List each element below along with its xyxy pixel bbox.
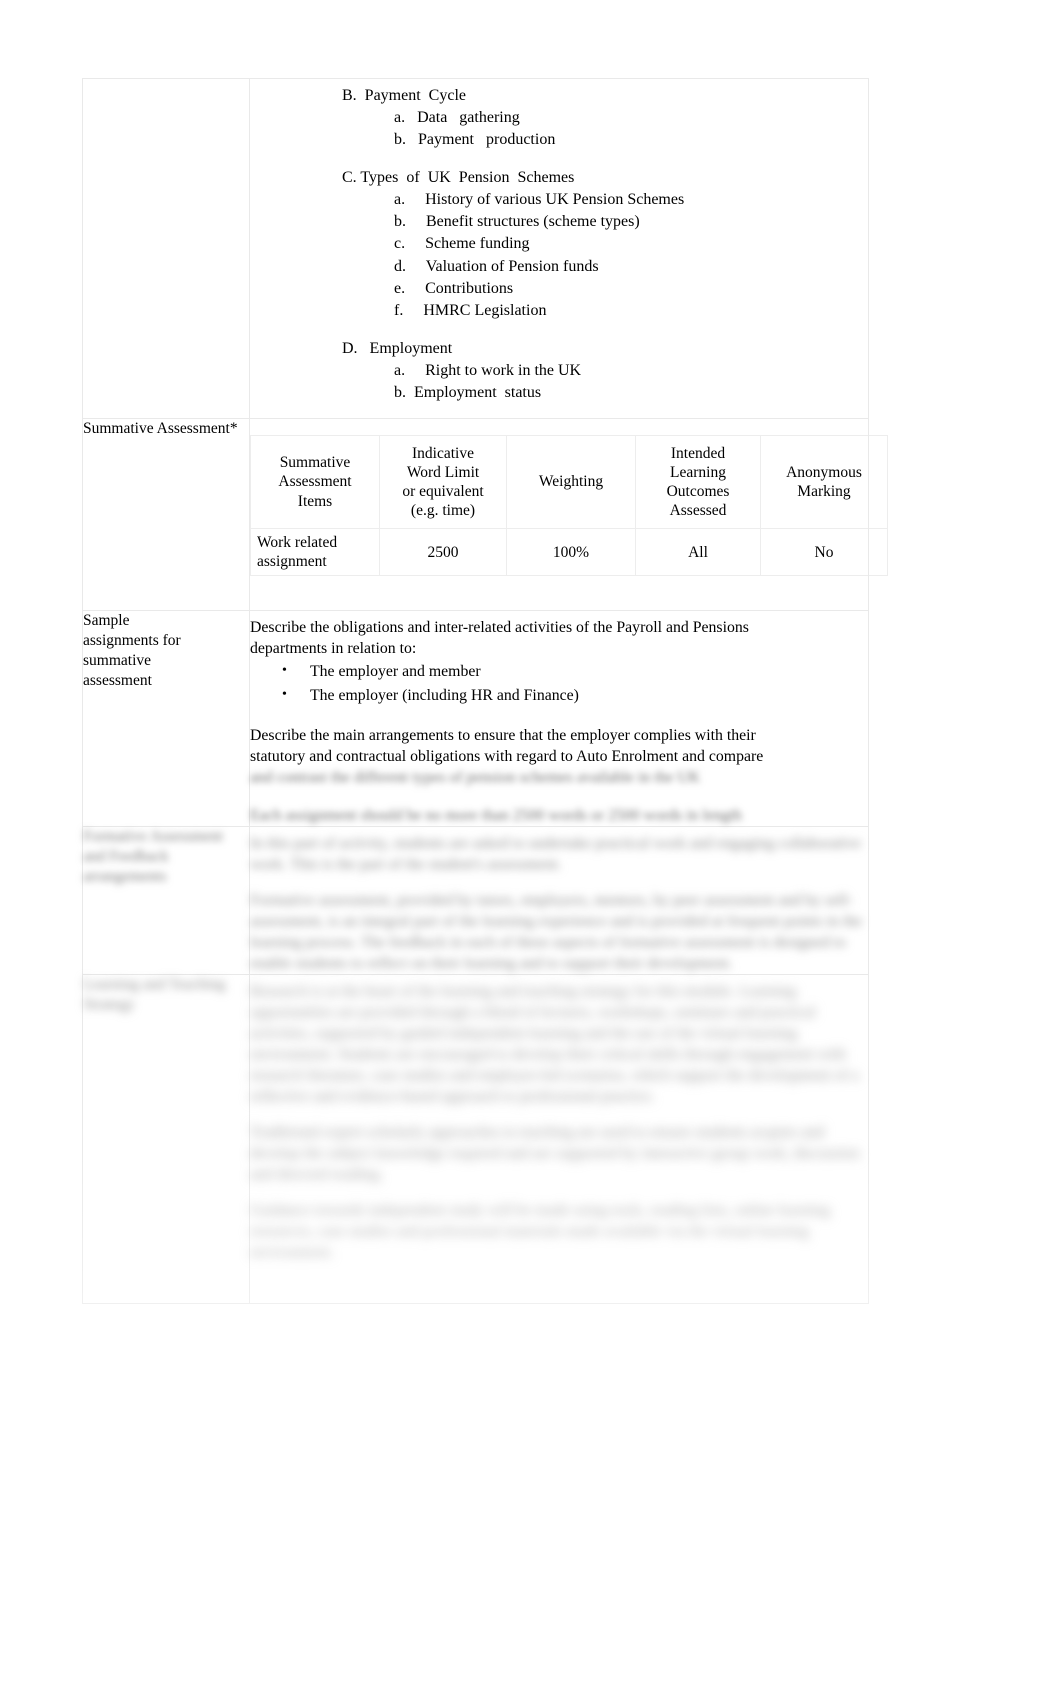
assessment-header-items-l3: Items: [297, 492, 333, 510]
outline-item-d-a: a. Right to work in the UK: [394, 361, 582, 379]
outline-item-d-b: b. Employment status: [394, 383, 542, 401]
syllabus-outline-block: B. Payment Cycle a. Data gathering b. Pa…: [250, 79, 868, 418]
learning-teaching-body: Research is at the heart of the learning…: [250, 975, 868, 1303]
outline-item-c-a: a. History of various UK Pension Schemes: [394, 191, 685, 209]
outline-item-c-d: d. Valuation of Pension funds: [394, 257, 599, 275]
sample-assignments-body: Describe the obligations and inter-relat…: [250, 611, 868, 826]
row-label-formative-assessment: Formative Assessment and Feedback arrang…: [82, 826, 250, 976]
assessment-header-items-l1: Summative: [279, 454, 351, 472]
outline-heading-d: D. Employment: [342, 339, 453, 357]
table-row-sample-assignments: Sample assignments for summative assessm…: [82, 610, 869, 828]
assessment-header-word-limit-l2: Word Limit: [406, 463, 480, 481]
outline-heading-c: C. Types of UK Pension Schemes: [342, 169, 575, 187]
sample-bullet-1: The employer and member: [250, 660, 868, 684]
table-row-syllabus-outline: B. Payment Cycle a. Data gathering b. Pa…: [82, 77, 869, 420]
outline-item-c-e: e. Contributions: [394, 279, 514, 297]
sample-paragraph-spacer-2: [250, 788, 868, 805]
assessment-header-weighting: Weighting: [506, 435, 636, 530]
outline-item-b-a: a. Data gathering: [394, 109, 520, 127]
assessment-table-header-row: Summative Assessment Items Indicative Wo…: [250, 435, 888, 530]
sample-assignments-cell: Describe the obligations and inter-relat…: [249, 610, 869, 828]
page-sheet: B. Payment Cycle a. Data gathering b. Pa…: [0, 0, 1062, 1689]
assessment-table-wrapper: Summative Assessment Items Indicative Wo…: [250, 419, 888, 610]
sample-paragraph-2-l2: statutory and contractual obligations wi…: [250, 748, 764, 766]
table-row-formative-assessment: Formative Assessment and Feedback arrang…: [82, 826, 869, 976]
assessment-header-anonymous-l2: Marking: [797, 483, 851, 501]
table-row-summative-assessment: Summative Assessment* Summative Assessme…: [82, 418, 888, 612]
assessment-cell-item-l2: assignment: [257, 553, 327, 571]
table-row-learning-teaching-strategy: Learning and Teaching Strategy Research …: [82, 974, 869, 1305]
syllabus-outline-cell: B. Payment Cycle a. Data gathering b. Pa…: [249, 77, 869, 420]
assessment-table: Summative Assessment Items Indicative Wo…: [250, 435, 888, 577]
sample-bullet-2: The employer (including HR and Finance): [250, 684, 868, 708]
row-label-sample-l4: assessment: [83, 671, 152, 689]
assessment-cell-anonymous: No: [760, 528, 888, 577]
assessment-cell-ilos: All: [635, 528, 761, 577]
sample-paragraph-2: Describe the main arrangements to ensure…: [250, 725, 868, 788]
sample-paragraph-1-l2: departments in relation to:: [250, 640, 417, 658]
assessment-header-anonymous-marking: Anonymous Marking: [760, 435, 888, 530]
formative-paragraph-1-blurred: In this part of activity, students are a…: [250, 835, 861, 874]
formative-assessment-body: In this part of activity, students are a…: [250, 827, 868, 974]
learning-teaching-cell: Research is at the heart of the learning…: [249, 974, 869, 1305]
row-label-summative-assessment: Summative Assessment*: [82, 418, 250, 612]
learning-teaching-paragraph-1-blurred: Research is at the heart of the learning…: [250, 983, 859, 1106]
outline-item-c-f: f. HMRC Legislation: [394, 301, 547, 319]
outline-item-c-c: c. Scheme funding: [394, 235, 530, 253]
assessment-header-word-limit-l3: or equivalent: [402, 483, 484, 501]
row-label-cell-empty: [82, 77, 250, 420]
assessment-header-word-limit: Indicative Word Limit or equivalent (e.g…: [379, 435, 507, 530]
formative-paragraph-2-blurred: Formative assessment, provided by tutors…: [250, 892, 862, 973]
assessment-cell-item-l1: Work related: [257, 534, 338, 552]
sample-paragraph-2-l1: Describe the main arrangements to ensure…: [250, 727, 756, 745]
assessment-header-ilos-l4: Assessed: [669, 502, 727, 520]
module-specification-table: B. Payment Cycle a. Data gathering b. Pa…: [82, 77, 888, 1305]
assessment-cell-word-limit: 2500: [379, 528, 507, 577]
outline-item-c-b: b. Benefit structures (scheme types): [394, 213, 640, 231]
assessment-cell-item: Work related assignment: [250, 528, 380, 577]
row-label-learning-teaching: Learning and Teaching Strategy: [82, 974, 250, 1305]
assessment-header-ilos-l1: Intended: [670, 444, 726, 462]
learning-teaching-paragraph-2-blurred: Traditional expert scholarly approaches …: [250, 1124, 860, 1184]
assessment-header-word-limit-l4: (e.g. time): [410, 502, 476, 520]
row-label-sample-l2: assignments for: [83, 632, 181, 650]
assessment-header-items: Summative Assessment Items: [250, 435, 380, 530]
assessment-header-ilos-l3: Outcomes: [666, 483, 730, 501]
assessment-header-ilos-l2: Learning: [670, 463, 726, 481]
sample-paragraph-1-l1: Describe the obligations and inter-relat…: [250, 619, 749, 637]
outline-group-b: B. Payment Cycle a. Data gathering b. Pa…: [250, 85, 868, 151]
outline-group-c: C. Types of UK Pension Schemes a. Histor…: [250, 167, 868, 322]
row-label-learning-teaching-text: Learning and Teaching Strategy: [83, 976, 226, 1014]
summative-assessment-cell: Summative Assessment Items Indicative Wo…: [249, 418, 888, 612]
learning-teaching-paragraph-3-blurred: Guidance towards independent study will …: [250, 1202, 830, 1262]
formative-assessment-cell: In this part of activity, students are a…: [249, 826, 869, 976]
outline-heading-b: B. Payment Cycle: [342, 87, 466, 104]
assessment-table-row: Work related assignment 2500 100% All No: [250, 528, 888, 577]
assessment-cell-weighting: 100%: [506, 528, 636, 577]
outline-group-d: D. Employment a. Right to work in the UK…: [250, 338, 868, 404]
assessment-header-items-l2: Assessment: [278, 473, 352, 491]
row-label-formative-text: Formative Assessment and Feedback arrang…: [83, 828, 223, 886]
row-label-sample-assignments: Sample assignments for summative assessm…: [82, 610, 250, 828]
assessment-header-weighting-l1: Weighting: [538, 473, 604, 491]
sample-paragraph-spacer: [250, 708, 868, 725]
row-label-sample-l3: summative: [83, 652, 152, 670]
sample-paragraph-1: Describe the obligations and inter-relat…: [250, 617, 868, 659]
assessment-header-anonymous-l1: Anonymous: [786, 463, 862, 481]
outline-item-b-b: b. Payment production: [394, 131, 556, 149]
row-label-sample-l1: Sample: [83, 612, 130, 630]
assessment-header-word-limit-l1: Indicative: [412, 444, 474, 462]
sample-paragraph-2-l3-blurred: and contrast the different types of pens…: [250, 769, 701, 787]
assessment-header-ilos: Intended Learning Outcomes Assessed: [635, 435, 761, 530]
sample-bullet-list: The employer and member The employer (in…: [250, 660, 868, 708]
sample-paragraph-3-blurred: Each assignment should be no more than 2…: [250, 807, 742, 825]
